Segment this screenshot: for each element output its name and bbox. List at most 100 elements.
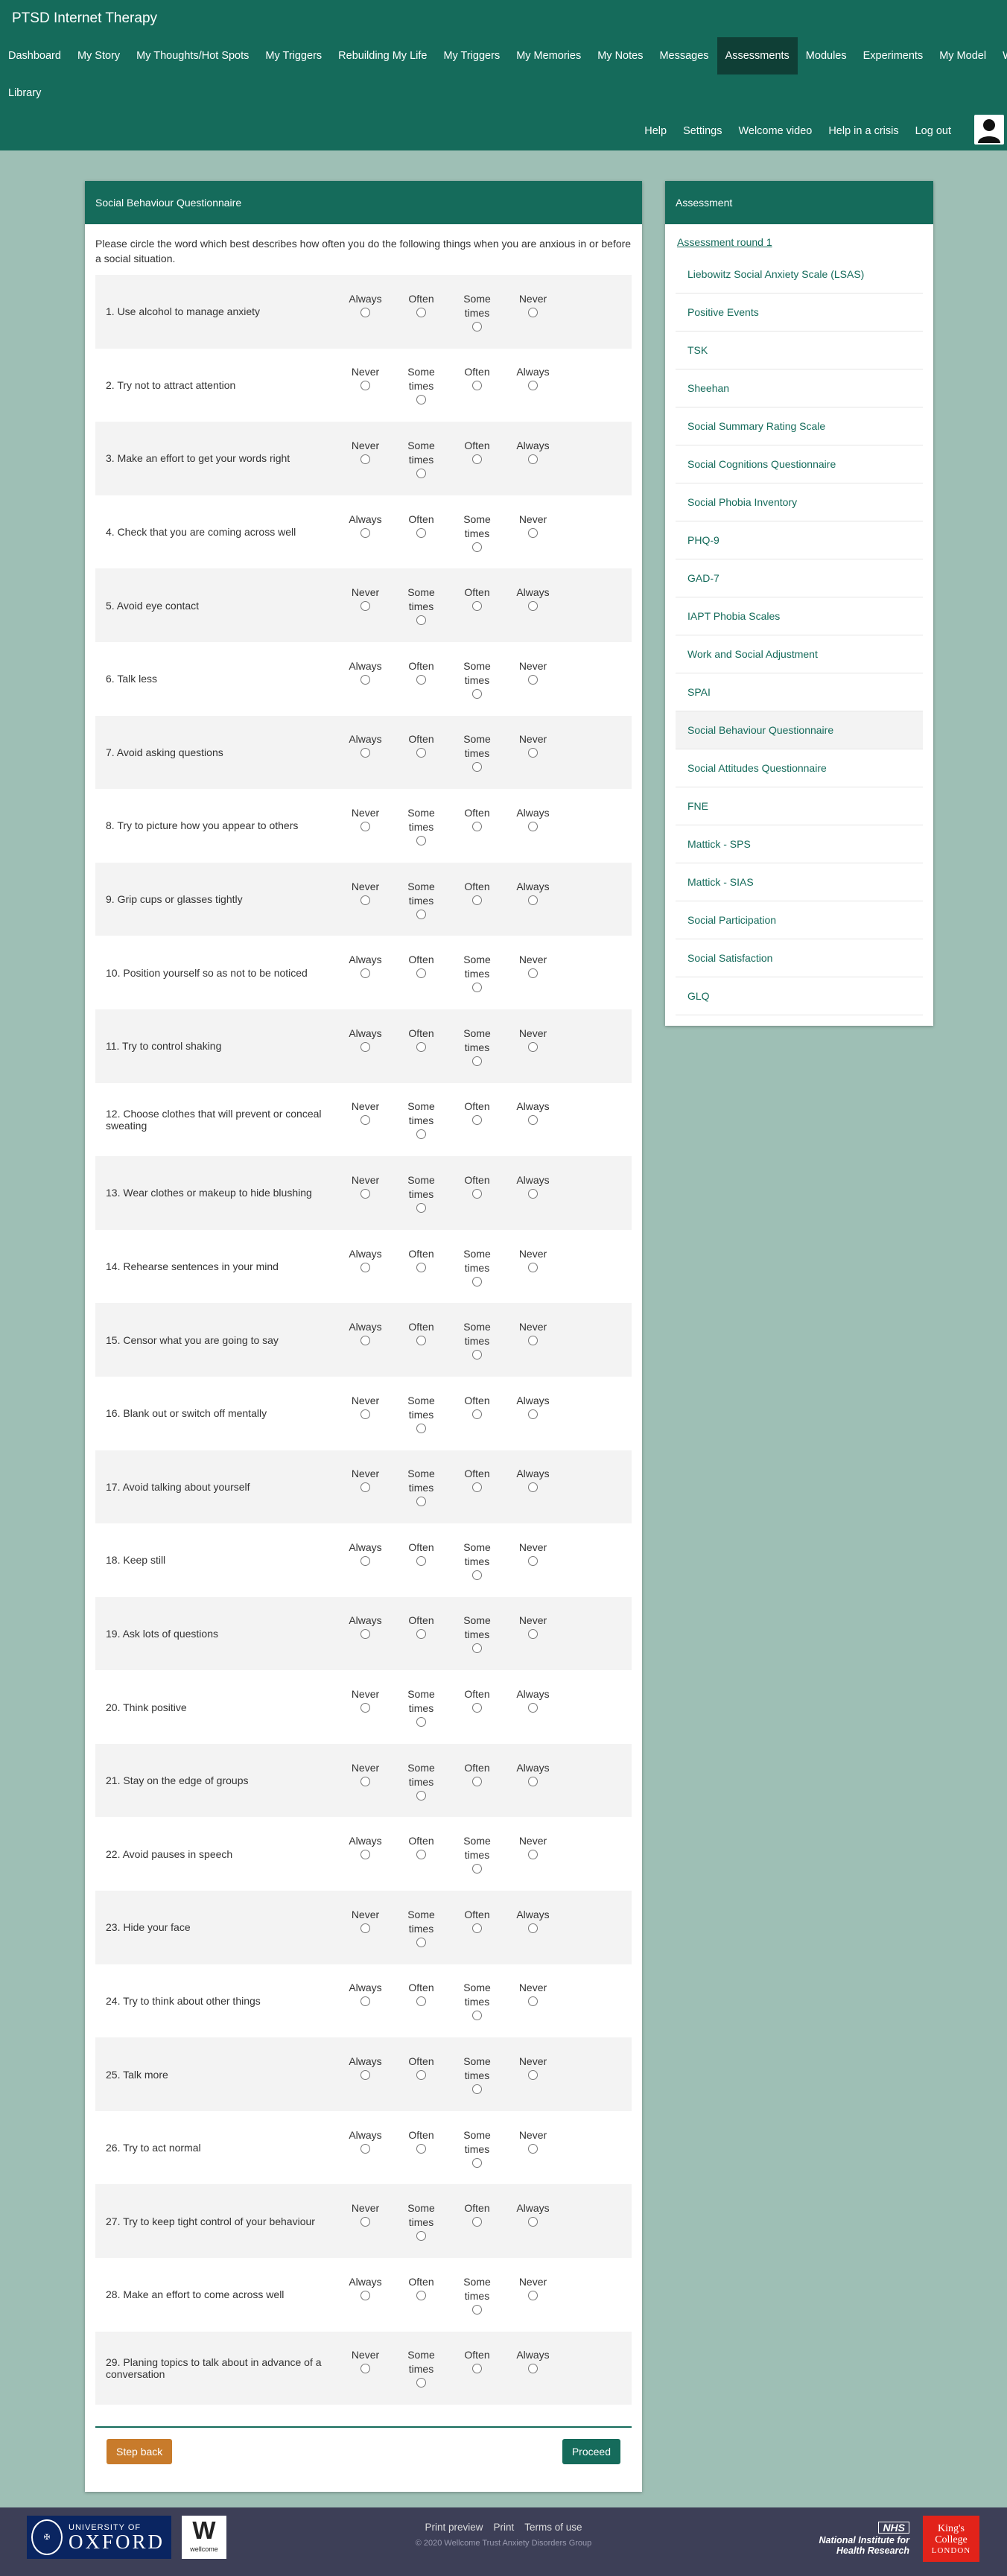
answer-option[interactable]: Always bbox=[337, 513, 393, 552]
answer-radio[interactable] bbox=[472, 2157, 482, 2168]
avatar[interactable] bbox=[974, 115, 1004, 145]
answer-option[interactable]: Some times bbox=[393, 1687, 449, 1728]
answer-radio[interactable] bbox=[416, 1202, 426, 1213]
assessment-item-social-participation[interactable]: Social Participation bbox=[676, 901, 923, 939]
answer-radio[interactable] bbox=[528, 1555, 538, 1566]
proceed-button[interactable]: Proceed bbox=[562, 2439, 620, 2464]
answer-radio[interactable] bbox=[416, 615, 426, 626]
answer-option[interactable]: Some times bbox=[449, 292, 505, 331]
answer-radio[interactable] bbox=[528, 2290, 538, 2300]
answer-radio[interactable] bbox=[416, 307, 426, 317]
answer-radio[interactable] bbox=[472, 2364, 482, 2374]
answer-radio[interactable] bbox=[360, 1115, 370, 1126]
answer-radio[interactable] bbox=[472, 762, 482, 773]
answer-radio[interactable] bbox=[528, 1336, 538, 1346]
answer-option[interactable]: Often bbox=[393, 1834, 449, 1874]
answer-option[interactable]: Never bbox=[337, 880, 393, 919]
answer-option[interactable]: Often bbox=[393, 513, 449, 552]
nav-item-experiments[interactable]: Experiments bbox=[855, 37, 932, 74]
answer-radio[interactable] bbox=[528, 1703, 538, 1713]
answer-radio[interactable] bbox=[360, 1996, 370, 2007]
answer-radio[interactable] bbox=[360, 1629, 370, 1640]
assessment-item-work-and-social-adjustment[interactable]: Work and Social Adjustment bbox=[676, 635, 923, 673]
answer-option[interactable]: Often bbox=[393, 292, 449, 331]
answer-radio[interactable] bbox=[528, 1188, 538, 1199]
answer-radio[interactable] bbox=[416, 1629, 426, 1640]
answer-option[interactable]: Always bbox=[337, 953, 393, 992]
answer-option[interactable]: Often bbox=[449, 365, 505, 405]
answer-option[interactable]: Always bbox=[505, 806, 561, 846]
app-title[interactable]: PTSD Internet Therapy bbox=[12, 10, 157, 27]
answer-option[interactable]: Often bbox=[449, 1173, 505, 1213]
answer-option[interactable]: Never bbox=[505, 953, 561, 992]
answer-option[interactable]: Never bbox=[505, 659, 561, 699]
assessment-item-liebowitz-social-anxiety-scale-lsas[interactable]: Liebowitz Social Anxiety Scale (LSAS) bbox=[676, 256, 923, 294]
answer-radio[interactable] bbox=[416, 1717, 426, 1728]
answer-option[interactable]: Often bbox=[449, 1761, 505, 1801]
answer-option[interactable]: Always bbox=[337, 1027, 393, 1066]
answer-option[interactable]: Often bbox=[393, 1247, 449, 1287]
answer-option[interactable]: Often bbox=[393, 953, 449, 992]
answer-radio[interactable] bbox=[360, 454, 370, 464]
answer-option[interactable]: Some times bbox=[449, 1541, 505, 1580]
answer-radio[interactable] bbox=[472, 1923, 482, 1933]
answer-option[interactable]: Often bbox=[449, 1908, 505, 1947]
nav-item-messages[interactable]: Messages bbox=[651, 37, 717, 74]
answer-option[interactable]: Some times bbox=[393, 806, 449, 846]
answer-option[interactable]: Often bbox=[449, 2348, 505, 2388]
answer-option[interactable]: Often bbox=[449, 586, 505, 625]
answer-option[interactable]: Always bbox=[337, 2128, 393, 2168]
answer-radio[interactable] bbox=[360, 1188, 370, 1199]
answer-radio[interactable] bbox=[416, 1497, 426, 1507]
answer-radio[interactable] bbox=[528, 1041, 538, 1052]
answer-radio[interactable] bbox=[360, 307, 370, 317]
answer-option[interactable]: Never bbox=[337, 365, 393, 405]
answer-option[interactable]: Often bbox=[393, 2275, 449, 2315]
answer-radio[interactable] bbox=[360, 601, 370, 612]
answer-option[interactable]: Always bbox=[505, 2348, 561, 2388]
answer-option[interactable]: Often bbox=[449, 1394, 505, 1433]
answer-radio[interactable] bbox=[360, 1262, 370, 1272]
answer-option[interactable]: Always bbox=[337, 1834, 393, 1874]
answer-radio[interactable] bbox=[416, 1790, 426, 1801]
answer-radio[interactable] bbox=[360, 2364, 370, 2374]
answer-option[interactable]: Some times bbox=[393, 1173, 449, 1213]
answer-option[interactable]: Never bbox=[337, 1761, 393, 1801]
answer-radio[interactable] bbox=[360, 674, 370, 685]
answer-option[interactable]: Always bbox=[505, 1467, 561, 1506]
answer-radio[interactable] bbox=[528, 527, 538, 538]
answer-option[interactable]: Often bbox=[449, 1687, 505, 1727]
answer-radio[interactable] bbox=[528, 1923, 538, 1933]
answer-radio[interactable] bbox=[472, 381, 482, 391]
answer-radio[interactable] bbox=[528, 601, 538, 612]
answer-option[interactable]: Some times bbox=[449, 732, 505, 773]
answer-radio[interactable] bbox=[416, 1129, 426, 1140]
answer-radio[interactable] bbox=[528, 1996, 538, 2007]
answer-option[interactable]: Always bbox=[505, 439, 561, 478]
answer-radio[interactable] bbox=[472, 688, 482, 699]
assessment-item-gad-7[interactable]: GAD-7 bbox=[676, 559, 923, 597]
answer-option[interactable]: Some times bbox=[393, 439, 449, 478]
answer-radio[interactable] bbox=[360, 748, 370, 758]
answer-option[interactable]: Never bbox=[505, 292, 561, 331]
answer-radio[interactable] bbox=[416, 468, 426, 478]
answer-radio[interactable] bbox=[472, 1350, 482, 1360]
answer-radio[interactable] bbox=[472, 1056, 482, 1066]
answer-radio[interactable] bbox=[416, 1937, 426, 1947]
answer-radio[interactable] bbox=[528, 2070, 538, 2081]
answer-radio[interactable] bbox=[416, 1996, 426, 2007]
answer-option[interactable]: Never bbox=[337, 1467, 393, 1506]
answer-option[interactable]: Some times bbox=[449, 2128, 505, 2168]
answer-radio[interactable] bbox=[472, 1409, 482, 1419]
answer-option[interactable]: Never bbox=[337, 2201, 393, 2241]
answer-option[interactable]: Always bbox=[337, 1247, 393, 1287]
answer-radio[interactable] bbox=[472, 1115, 482, 1126]
assessment-item-positive-events[interactable]: Positive Events bbox=[676, 294, 923, 331]
answer-option[interactable]: Often bbox=[393, 1027, 449, 1066]
assessment-item-iapt-phobia-scales[interactable]: IAPT Phobia Scales bbox=[676, 597, 923, 635]
answer-option[interactable]: Often bbox=[393, 1320, 449, 1360]
answer-option[interactable]: Often bbox=[393, 1541, 449, 1580]
answer-option[interactable]: Some times bbox=[449, 1247, 505, 1287]
assessment-item-social-cognitions-questionnaire[interactable]: Social Cognitions Questionnaire bbox=[676, 445, 923, 483]
answer-option[interactable]: Some times bbox=[449, 1981, 505, 2021]
